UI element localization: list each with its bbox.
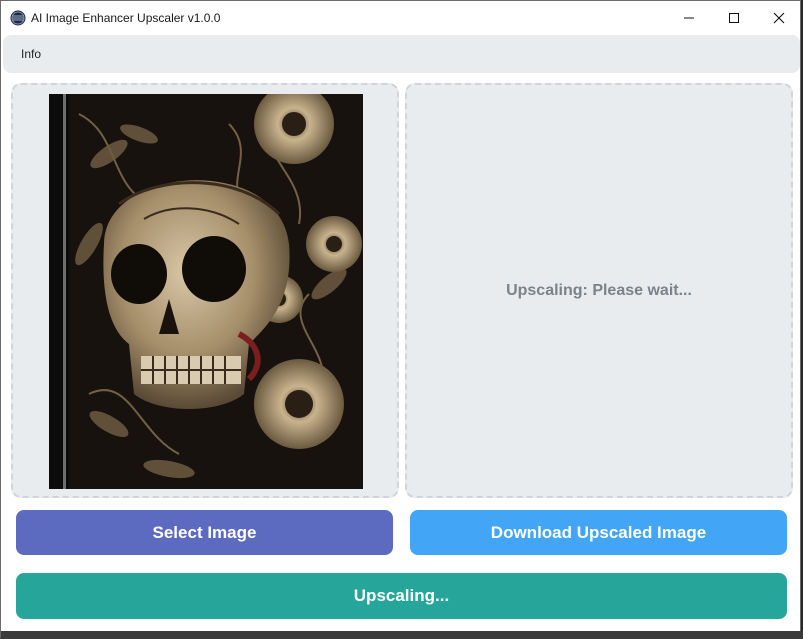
app-globe-icon	[10, 10, 26, 26]
source-image-panel	[11, 83, 399, 498]
app-window: AI Image Enhancer Upscaler v1.0.0 Info U…	[0, 0, 803, 639]
title-bar[interactable]: AI Image Enhancer Upscaler v1.0.0	[1, 1, 800, 34]
window-title: AI Image Enhancer Upscaler v1.0.0	[31, 11, 221, 25]
upscale-button[interactable]: Upscaling...	[16, 573, 787, 619]
maximize-button[interactable]	[711, 1, 757, 34]
menu-item-info[interactable]: Info	[21, 47, 41, 61]
close-icon	[773, 12, 785, 23]
download-upscaled-image-button[interactable]: Download Upscaled Image	[410, 510, 787, 555]
upscaled-image-panel: Upscaling: Please wait...	[405, 83, 793, 498]
upscaling-status-text: Upscaling: Please wait...	[506, 281, 692, 299]
minimize-icon	[684, 17, 694, 18]
close-button[interactable]	[756, 1, 802, 34]
select-image-button[interactable]: Select Image	[16, 510, 393, 555]
menu-bar: Info	[3, 35, 800, 73]
image-preview	[49, 94, 363, 489]
maximize-icon	[729, 12, 739, 23]
minimize-button[interactable]	[666, 1, 712, 34]
